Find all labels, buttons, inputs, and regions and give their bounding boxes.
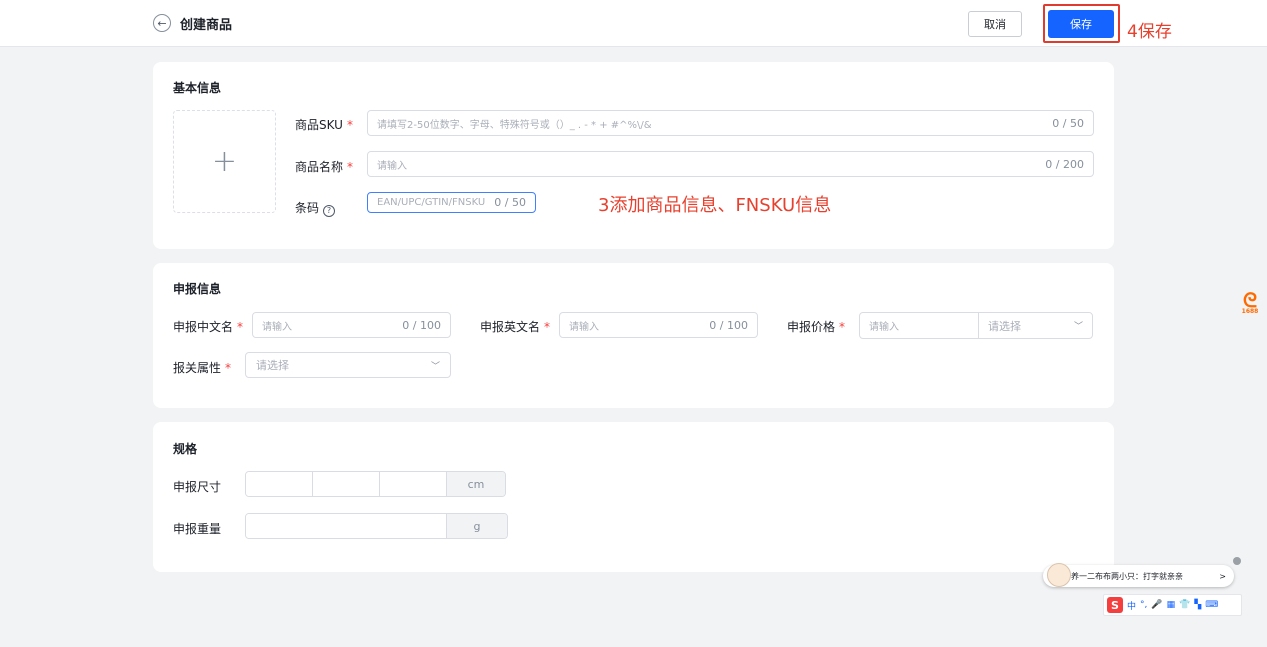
- barcode-label: 条码?: [295, 199, 336, 217]
- chevron-down-icon: ﹀: [430, 361, 440, 372]
- sku-label: 商品SKU *: [295, 118, 353, 132]
- chevron-right-icon: >: [1219, 571, 1226, 581]
- weight-label: 申报重量: [173, 522, 222, 536]
- ime-punctuation-icon[interactable]: °,: [1140, 600, 1147, 610]
- app-1688-logo-icon[interactable]: ᘓ 1688: [1237, 290, 1263, 321]
- save-button[interactable]: 保存: [1048, 10, 1114, 38]
- avatar: [1047, 563, 1071, 587]
- en-name-input[interactable]: 请输入 0 / 100: [559, 312, 758, 338]
- basic-info-title: 基本信息: [173, 81, 222, 95]
- height-input[interactable]: [380, 472, 447, 496]
- microphone-icon[interactable]: 🎤: [1151, 600, 1162, 610]
- customs-attr-label: 报关属性 *: [173, 361, 232, 375]
- ime-toolbar: S 中 °, 🎤 ▦ 👕 ▚ ⌨: [1103, 594, 1242, 616]
- declare-info-card: 申报信息 申报中文名 * 请输入 0 / 100 申报英文名 * 请输入 0 / 1…: [153, 263, 1114, 408]
- chevron-down-icon: ﹀: [1073, 322, 1083, 332]
- spec-card: 规格 申报尺寸 cm 申报重量 g: [153, 422, 1114, 572]
- plus-icon: +: [211, 144, 238, 179]
- back-arrow-icon[interactable]: ←: [153, 14, 171, 32]
- question-circle-icon[interactable]: ?: [323, 204, 336, 217]
- cn-name-label: 申报中文名 *: [173, 320, 244, 334]
- size-label: 申报尺寸: [173, 480, 222, 494]
- name-label: 商品名称 *: [295, 160, 354, 174]
- basic-info-card: 基本信息 + 商品SKU * 请填写2-50位数字、字母、特殊符号或（）_ . -…: [153, 62, 1114, 249]
- cancel-button[interactable]: 取消: [968, 11, 1022, 37]
- weight-unit: g: [447, 514, 507, 538]
- page-title: 创建商品: [180, 18, 233, 33]
- weight-input[interactable]: [246, 514, 447, 538]
- price-input[interactable]: 请输入: [860, 313, 979, 338]
- keyboard-grid-icon[interactable]: ▦: [1167, 600, 1176, 610]
- save-annotation: 4保存: [1127, 22, 1172, 42]
- top-bar: ← 创建商品 取消 保存 4保存: [0, 0, 1267, 47]
- sogou-logo-icon[interactable]: S: [1107, 597, 1123, 613]
- price-label: 申报价格 *: [787, 320, 846, 334]
- currency-select[interactable]: 请选择 ﹀: [979, 313, 1092, 338]
- weight-input-group: g: [245, 513, 508, 539]
- size-input-group: cm: [245, 471, 506, 497]
- close-icon[interactable]: [1233, 557, 1241, 565]
- barcode-input[interactable]: EAN/UPC/GTIN/FNSKU 0 / 50: [367, 192, 536, 213]
- declare-info-title: 申报信息: [173, 282, 222, 296]
- name-input[interactable]: 请输入 0 / 200: [367, 151, 1094, 177]
- skin-icon[interactable]: 👕: [1179, 600, 1190, 610]
- info-annotation: 3添加商品信息、FNSKU信息: [598, 195, 832, 216]
- cn-name-input[interactable]: 请输入 0 / 100: [252, 312, 451, 338]
- ime-chinese-mode[interactable]: 中: [1127, 599, 1136, 612]
- sku-input[interactable]: 请填写2-50位数字、字母、特殊符号或（）_ . - * + #^%\/& 0 …: [367, 110, 1094, 136]
- size-unit: cm: [447, 472, 505, 496]
- customs-attr-select[interactable]: 请选择 ﹀: [245, 352, 451, 378]
- length-input[interactable]: [246, 472, 313, 496]
- image-upload[interactable]: +: [173, 110, 276, 213]
- ime-message-bubble[interactable]: 养一二布布两小只：打字就亲亲 >: [1043, 563, 1234, 587]
- en-name-label: 申报英文名 *: [480, 320, 551, 334]
- width-input[interactable]: [313, 472, 380, 496]
- price-input-group: 请输入 请选择 ﹀: [859, 312, 1093, 339]
- keyboard-icon[interactable]: ⌨: [1205, 600, 1218, 610]
- spec-title: 规格: [173, 442, 198, 456]
- toolbox-icon[interactable]: ▚: [1194, 600, 1201, 610]
